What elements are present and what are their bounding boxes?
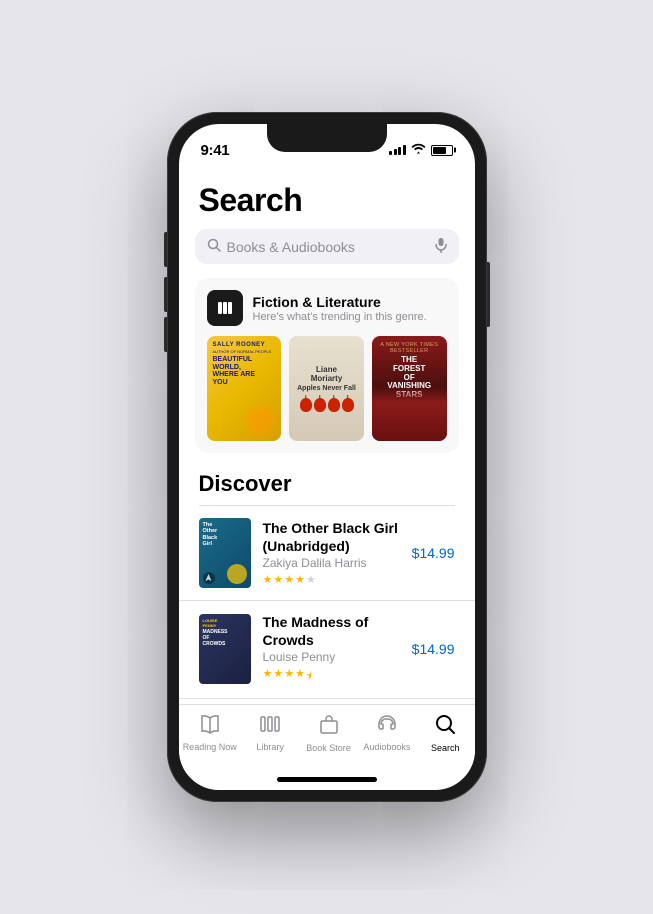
book-info-1: The Other Black Girl (Unabridged) Zakiya… [263,519,400,586]
book-stars-1: ★ ★ ★ ★ ★ [263,573,400,586]
tab-bar: Reading Now Library [179,704,475,773]
book-list: TheOtherBlackGirl The Other Black Girl (… [179,506,475,705]
signal-bar-4 [403,145,406,155]
book-author-2: Louise Penny [263,650,400,664]
thumb-1-badge [203,572,215,584]
book-name-1: The Other Black Girl (Unabridged) [263,519,400,555]
star-1-3: ★ [284,573,294,586]
book-info-2: The Madness of Crowds Louise Penny ★ ★ ★… [263,613,400,686]
apple-3 [328,398,340,412]
tab-search[interactable]: Search [420,713,470,753]
mic-icon[interactable] [435,237,447,256]
apple-1 [300,398,312,412]
content-area: Search Books & Audiobooks [179,168,475,704]
phone-screen: 9:41 [179,124,475,790]
genre-header: Fiction & Literature Here's what's trend… [207,290,447,326]
cover-1-subtitle: AUTHOR OF NORMAL PEOPLE [213,349,276,354]
discover-section-title: Discover [179,471,475,505]
book-thumb-1: TheOtherBlackGirl [199,518,251,588]
genre-books: SALLY ROONEY AUTHOR OF NORMAL PEOPLE BEA… [207,336,447,453]
book-price-2[interactable]: $14.99 [412,641,455,657]
tab-audiobooks-icon [375,714,399,740]
book-price-1[interactable]: $14.99 [412,545,455,561]
genre-title: Fiction & Literature [253,294,427,310]
cover-1-author: SALLY ROONEY [213,342,276,348]
book-author-1: Zakiya Dalila Harris [263,556,400,570]
signal-bar-2 [394,149,397,155]
thumb-1-title: TheOtherBlackGirl [203,522,247,548]
search-bar[interactable]: Books & Audiobooks [195,229,459,264]
list-item[interactable]: LOUISEPENNY MADNESSOFCROWDS The Madness … [179,601,475,699]
cover-3-top: A NEW YORK TIMES BESTSELLER [378,342,441,354]
battery-fill [433,147,447,154]
book-name-2: The Madness of Crowds [263,613,400,649]
tab-audiobooks[interactable]: Audiobooks [362,714,412,752]
status-icons [389,143,453,157]
cover-2-apples [300,398,354,412]
star-1-5: ★ [306,573,316,586]
book-cover-1[interactable]: SALLY ROONEY AUTHOR OF NORMAL PEOPLE BEA… [207,336,282,441]
cover-1-title: BEAUTIFULWORLD,WHERE AREYOU [213,356,276,387]
genre-card[interactable]: Fiction & Literature Here's what's trend… [195,278,459,453]
battery-icon [431,145,453,156]
phone-frame: 9:41 [167,112,487,802]
book-stars-2: ★ ★ ★ ★ ⯨ [263,667,400,686]
star-2-4: ★ [295,667,305,686]
tab-reading-now[interactable]: Reading Now [183,714,237,752]
search-icon [207,238,221,255]
star-1-4: ★ [295,573,305,586]
thumb-2-author: LOUISEPENNY [203,618,247,628]
thumb-1-decoration [227,564,247,584]
star-2-5: ⯨ [306,667,312,686]
star-2-2: ★ [273,667,283,686]
star-1-2: ★ [273,573,283,586]
list-item[interactable]: TheOtherBlackGirl The Other Black Girl (… [179,506,475,601]
tab-book-store-label: Book Store [306,743,351,753]
cover-2-author: LianeMoriarty [311,365,343,383]
genre-icon [207,290,243,326]
signal-bar-1 [389,151,392,155]
apple-2 [314,398,326,412]
tab-book-store[interactable]: Book Store [304,713,354,753]
apple-4 [342,398,354,412]
status-time: 9:41 [201,142,230,159]
wifi-icon [411,143,426,157]
signal-bar-3 [398,147,401,155]
home-indicator [277,777,377,782]
tab-book-store-icon [318,713,340,741]
genre-text-wrap: Fiction & Literature Here's what's trend… [253,294,427,323]
signal-bars [389,145,406,155]
status-bar: 9:41 [179,124,475,168]
star-2-1: ★ [263,667,273,686]
search-placeholder: Books & Audiobooks [227,239,429,255]
tab-search-icon [434,713,456,741]
tab-library-label: Library [256,742,284,752]
tab-audiobooks-label: Audiobooks [363,742,410,752]
tab-library[interactable]: Library [245,714,295,752]
tab-reading-now-label: Reading Now [183,742,237,752]
star-2-3: ★ [284,667,294,686]
notch [267,124,387,152]
cover-1-decoration [241,401,281,441]
cover-2-title: Apples Never Fall [297,385,356,393]
cover-3-figure [372,386,447,441]
book-thumb-2: LOUISEPENNY MADNESSOFCROWDS [199,614,251,684]
genre-subtitle: Here's what's trending in this genre. [253,311,427,323]
thumb-2-title: MADNESSOFCROWDS [203,629,247,647]
tab-reading-now-icon [198,714,222,740]
star-1-1: ★ [263,573,273,586]
page-title: Search [179,168,475,229]
book-cover-2[interactable]: LianeMoriarty Apples Never Fall [289,336,364,441]
book-cover-3[interactable]: A NEW YORK TIMES BESTSELLER THEFORESTOFV… [372,336,447,441]
tab-search-label: Search [431,743,460,753]
tab-library-icon [258,714,282,740]
